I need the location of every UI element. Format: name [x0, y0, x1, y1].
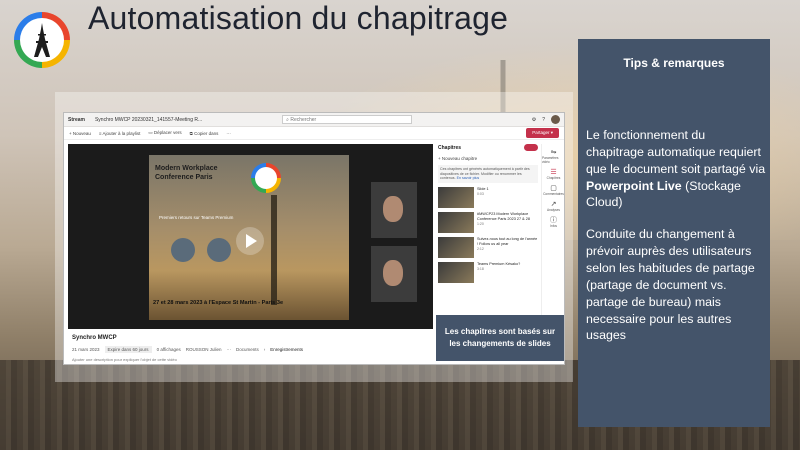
chapters-callout: Les chapitres sont basés sur les changem… [436, 315, 564, 361]
info-icon: ⓘ [550, 217, 557, 224]
eiffel-tower-icon [34, 23, 50, 57]
copy-button[interactable]: ⧉ Copier dans [190, 131, 219, 136]
tips-title: Tips & remarques [623, 56, 725, 70]
chapter-item[interactable]: #MWCP23 Modern Workplace Conference Pari… [438, 212, 538, 234]
rail-info[interactable]: ⓘ Infos [542, 217, 565, 228]
share-button[interactable]: Partager ▾ [526, 128, 559, 138]
help-icon[interactable]: ? [542, 117, 545, 123]
rail-analytics[interactable]: ↗ Analyses [542, 201, 565, 212]
slide-heading: Modern Workplace Conference Paris [155, 165, 218, 181]
new-button[interactable]: + Nouveau [69, 131, 91, 136]
logo [14, 12, 70, 68]
gear-icon[interactable]: ⚙ [532, 117, 536, 123]
comment-icon: ▢ [550, 185, 557, 192]
webcam-tile [371, 182, 417, 238]
side-rail: ⇋ Paramètres vidéo ☰ Chapitres ▢ Commentair… [541, 144, 565, 324]
tips-paragraph-1: Le fonctionnement du chapitrage automati… [586, 128, 766, 210]
chapter-thumbnail [438, 212, 474, 234]
avatar[interactable] [551, 115, 560, 124]
app-name[interactable]: Stream [68, 117, 85, 123]
more-icon[interactable]: ··· [226, 131, 231, 136]
chapter-thumbnail [438, 262, 474, 284]
app-top-bar: Stream Synchro MWCP 20230321_141557-Meet… [64, 113, 564, 127]
video-slide: Modern Workplace Conference Paris Premie… [149, 155, 349, 320]
rail-chapters[interactable]: ☰ Chapitres [542, 169, 565, 180]
file-name[interactable]: Synchro MWCP 20230321_141557-Meeting R..… [95, 117, 202, 123]
chapters-note: Ces chapitres ont générés automatiquemen… [438, 165, 538, 184]
search-placeholder: Rechercher [290, 116, 317, 123]
chapters-icon: ☰ [550, 169, 557, 176]
rail-comments[interactable]: ▢ Commentaires [542, 185, 565, 196]
play-button[interactable] [236, 227, 264, 255]
chapter-thumbnail [438, 187, 474, 209]
chapter-item[interactable]: Teams Premium Késako? 3:18 [438, 262, 538, 284]
breadcrumb-documents[interactable]: Documents [236, 347, 259, 352]
app-toolbar: + Nouveau ≡ Ajouter à la playlist ▭ Dépl… [64, 127, 564, 140]
learn-more-link[interactable]: En savoir plus [457, 176, 480, 180]
tips-panel: Tips & remarques Le fonctionnement du ch… [578, 39, 770, 427]
slide-logo [251, 163, 281, 193]
speaker-photo [171, 238, 195, 262]
new-chapter-button[interactable]: + Nouveau chapitre [436, 156, 540, 161]
breadcrumb-recordings[interactable]: Enregistrements [270, 347, 303, 352]
slide-subtitle: Premiers retours sur Teams Premium [159, 215, 234, 220]
chapter-item[interactable]: Suivez-nous tout au long de l'année ! Fo… [438, 237, 538, 259]
chart-icon: ↗ [550, 201, 557, 208]
page-title: Automatisation du chapitrage [88, 0, 509, 36]
description-field[interactable]: Ajouter une description pour expliquer l… [72, 357, 177, 362]
video-meta: 21 mars 2023 Expire dans 60 jours 0 affi… [72, 346, 304, 353]
add-playlist-button[interactable]: ≡ Ajouter à la playlist [99, 131, 140, 136]
webcam-tile [371, 246, 417, 302]
video-title: Synchro MWCP [72, 335, 117, 341]
chapter-item[interactable]: Slide 1 0:03 [438, 187, 538, 209]
tips-body: Le fonctionnement du chapitrage automati… [586, 127, 766, 359]
video-player[interactable]: Modern Workplace Conference Paris Premie… [68, 144, 433, 329]
sliders-icon: ⇋ [550, 149, 557, 156]
chapter-thumbnail [438, 237, 474, 259]
chapters-toggle[interactable] [524, 144, 538, 151]
slide-date: 27 et 28 mars 2023 à l'Espace St Martin … [153, 300, 284, 306]
chapters-panel: Chapitres + Nouveau chapitre Ces chapitr… [436, 144, 540, 324]
chapters-heading: Chapitres [438, 144, 462, 151]
search-input[interactable]: ⌕ Rechercher [282, 115, 413, 124]
rail-video-settings[interactable]: ⇋ Paramètres vidéo [542, 149, 565, 164]
tips-paragraph-2: Conduite du changement à prévoir auprès … [586, 227, 755, 343]
move-button[interactable]: ▭ Déplacer vers [148, 130, 181, 136]
speaker-photo [207, 238, 231, 262]
